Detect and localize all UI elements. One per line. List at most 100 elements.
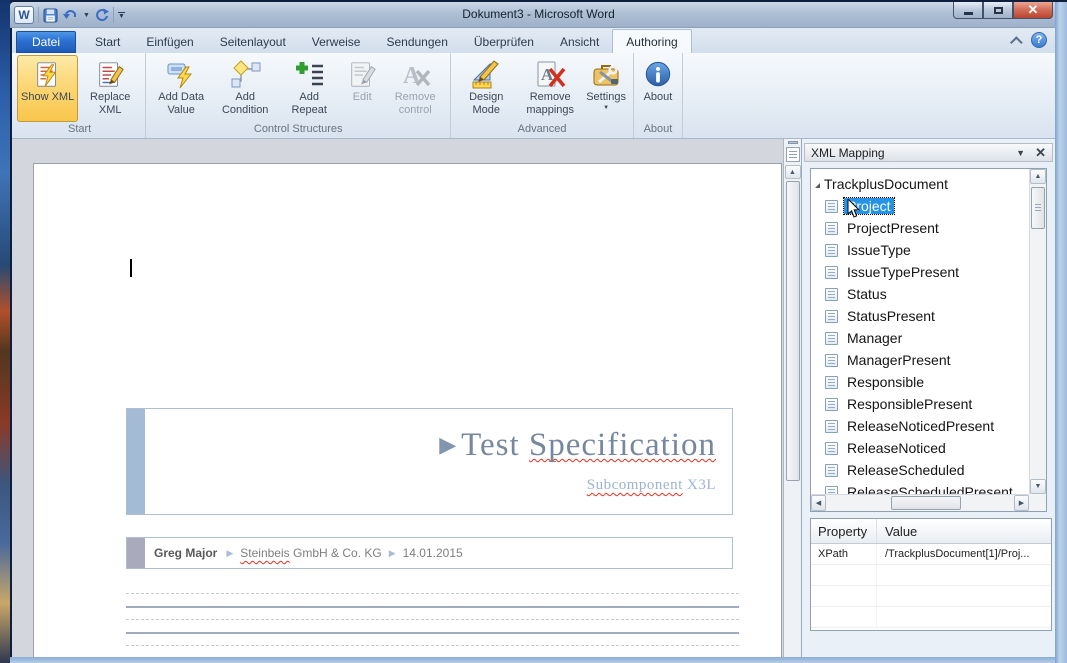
collapse-ribbon-icon[interactable] xyxy=(1010,36,1023,49)
document-title: ▶Test Specification xyxy=(439,427,716,464)
tree-item-releasenoticedpresent[interactable]: ReleaseNoticedPresent xyxy=(811,415,1029,437)
tree-vertical-scrollbar[interactable]: ▲ ▼ xyxy=(1029,169,1046,494)
tab-ansicht[interactable]: Ansicht xyxy=(547,31,612,53)
xml-node-icon xyxy=(825,222,838,235)
scroll-right-icon[interactable]: ▶ xyxy=(1014,495,1029,511)
tree-item-responsiblepresent[interactable]: ResponsiblePresent xyxy=(811,393,1029,415)
tree-item-project[interactable]: Project xyxy=(811,195,1029,217)
table-gridline-dashed xyxy=(126,619,739,620)
tree-item-issuetype[interactable]: IssueType xyxy=(811,239,1029,261)
panel-close-icon[interactable]: ✕ xyxy=(1035,145,1046,161)
tab-überprüfen[interactable]: Überprüfen xyxy=(461,31,547,53)
about-icon xyxy=(641,58,675,91)
misspelled-word: Specification xyxy=(529,427,716,463)
ribbon-group-control-structures: Add Data Value Add Condition Add Repeat xyxy=(146,53,451,138)
window-controls: ✕ xyxy=(953,2,1053,19)
tree-item-manager[interactable]: Manager xyxy=(811,327,1029,349)
maximize-icon xyxy=(994,7,1003,14)
add-repeat-icon xyxy=(292,58,326,91)
button-label: Add Data Value xyxy=(153,91,209,116)
show-xml-button[interactable]: Show XML xyxy=(17,55,78,122)
byline-content-control[interactable]: Greg Major ▶ Steinbeis GmbH & Co. KG ▶ 1… xyxy=(126,537,733,569)
scroll-up-icon[interactable]: ▲ xyxy=(785,165,801,179)
ruler-toggle-icon[interactable] xyxy=(786,147,800,162)
add-repeat-button[interactable]: Add Repeat xyxy=(277,55,341,122)
scrollbar-corner xyxy=(1029,494,1046,511)
replace-xml-button[interactable]: Replace XML xyxy=(78,55,142,122)
tab-einfügen[interactable]: Einfügen xyxy=(133,31,206,53)
group-label: Start xyxy=(15,122,144,138)
scroll-up-icon[interactable]: ▲ xyxy=(1030,169,1046,184)
tree-horizontal-scrollbar[interactable]: ◀ ▶ xyxy=(811,494,1029,511)
tree-item-label: Responsible xyxy=(844,374,927,390)
expander-icon[interactable] xyxy=(815,183,820,188)
separator-triangle-icon: ▶ xyxy=(226,548,233,559)
settings-button[interactable]: Settings ▼ xyxy=(582,55,630,122)
edit-icon xyxy=(345,58,379,91)
title-content-control[interactable]: ▶Test Specification Subcomponent X3L xyxy=(126,408,733,515)
help-icon[interactable]: ? xyxy=(1031,32,1047,48)
tree-item-projectpresent[interactable]: ProjectPresent xyxy=(811,217,1029,239)
tab-seitenlayout[interactable]: Seitenlayout xyxy=(207,31,299,53)
tree-root-trackplusdocument[interactable]: TrackplusDocument xyxy=(811,173,1029,195)
property-column-header: Property xyxy=(811,519,877,543)
xml-node-icon xyxy=(825,486,838,495)
panel-menu-icon[interactable]: ▼ xyxy=(1016,148,1025,158)
scroll-down-icon[interactable]: ▼ xyxy=(1030,479,1046,494)
scrollbar-thumb[interactable] xyxy=(891,496,961,510)
ribbon-group-advanced: Design Mode A Remove mappings Settings ▼… xyxy=(451,53,634,138)
xml-node-icon xyxy=(825,420,838,433)
document-page[interactable]: ▶Test Specification Subcomponent X3L Gre… xyxy=(33,163,782,663)
maximize-button[interactable] xyxy=(983,2,1013,19)
value-column-header: Value xyxy=(877,519,1051,543)
word-application-window: W ▼ ▼ Dokument3 - Microsoft Word ✕ D xyxy=(0,0,1067,663)
minimize-button[interactable] xyxy=(953,2,983,19)
tree-item-responsible[interactable]: Responsible xyxy=(811,371,1029,393)
tree-item-releasescheduledpresent[interactable]: ReleaseScheduledPresent xyxy=(811,481,1029,494)
edit-button[interactable]: Edit xyxy=(341,55,383,122)
design-mode-icon xyxy=(469,58,503,91)
property-table-header: Property Value xyxy=(811,519,1051,544)
close-icon: ✕ xyxy=(1028,2,1039,18)
remove-mappings-button[interactable]: A Remove mappings xyxy=(518,55,582,122)
property-name: XPath xyxy=(811,544,877,564)
close-button[interactable]: ✕ xyxy=(1013,2,1053,19)
xml-node-icon xyxy=(825,442,838,455)
tab-start[interactable]: Start xyxy=(82,31,133,53)
xml-mapping-panel: XML Mapping ▼ ✕ TrackplusDocument Projec… xyxy=(801,139,1055,663)
remove-control-icon: A xyxy=(398,58,432,91)
panel-header: XML Mapping ▼ ✕ xyxy=(804,143,1053,162)
tree-item-status[interactable]: Status xyxy=(811,283,1029,305)
about-button[interactable]: About xyxy=(637,55,679,122)
tree-item-managerpresent[interactable]: ManagerPresent xyxy=(811,349,1029,371)
property-rows: XPath/TrackplusDocument[1]/Proj... xyxy=(811,544,1051,628)
window-title: Dokument3 - Microsoft Word xyxy=(10,7,1067,21)
remove-control-button[interactable]: A Remove control xyxy=(383,55,447,122)
tree-item-statuspresent[interactable]: StatusPresent xyxy=(811,305,1029,327)
split-handle[interactable] xyxy=(788,141,798,144)
scrollbar-thumb[interactable] xyxy=(786,181,800,481)
design-mode-button[interactable]: Design Mode xyxy=(454,55,518,122)
desktop-background-strip xyxy=(0,0,10,663)
tab-datei[interactable]: Datei xyxy=(16,31,76,53)
table-gridline-dashed xyxy=(126,645,739,646)
tree-item-issuetypepresent[interactable]: IssueTypePresent xyxy=(811,261,1029,283)
add-data-value-button[interactable]: Add Data Value xyxy=(149,55,213,122)
document-scrollbar[interactable]: ▲ xyxy=(783,139,801,663)
table-gridline-dashed xyxy=(126,593,739,594)
tree-item-releasenoticed[interactable]: ReleaseNoticed xyxy=(811,437,1029,459)
document-canvas: ▶Test Specification Subcomponent X3L Gre… xyxy=(12,139,783,663)
scroll-left-icon[interactable]: ◀ xyxy=(811,495,826,511)
tab-authoring[interactable]: Authoring xyxy=(612,29,691,53)
group-label: About xyxy=(635,122,681,138)
title-bar: W ▼ ▼ Dokument3 - Microsoft Word ✕ xyxy=(10,2,1067,28)
button-label: Show XML xyxy=(21,91,74,104)
group-label: Advanced xyxy=(452,122,632,138)
group-label: Control Structures xyxy=(147,122,449,138)
add-condition-button[interactable]: Add Condition xyxy=(213,55,277,122)
scrollbar-thumb[interactable] xyxy=(1031,187,1045,229)
property-row-xpath[interactable]: XPath/TrackplusDocument[1]/Proj... xyxy=(811,544,1051,565)
tab-verweise[interactable]: Verweise xyxy=(299,31,374,53)
tree-item-releasescheduled[interactable]: ReleaseScheduled xyxy=(811,459,1029,481)
tab-sendungen[interactable]: Sendungen xyxy=(373,31,460,53)
